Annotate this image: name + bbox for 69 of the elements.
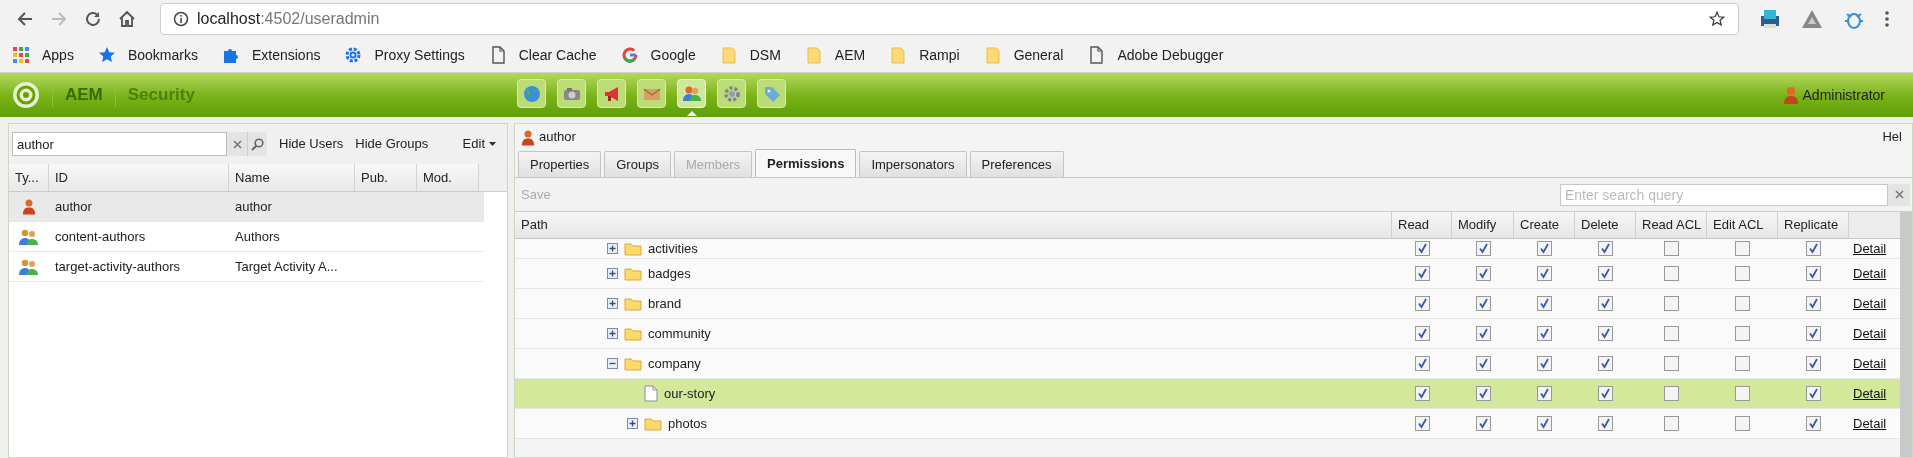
column-header[interactable]: Name (229, 164, 355, 191)
column-header[interactable]: Mod. (417, 164, 479, 191)
bookmark-link[interactable]: General (1013, 44, 1064, 66)
bookmark-link[interactable]: Clear Cache (518, 44, 597, 66)
tab[interactable]: Properties (518, 151, 602, 177)
detail-link[interactable]: Detail (1853, 325, 1887, 341)
column-header[interactable]: Ty... (9, 164, 49, 191)
column-header[interactable]: Pub. (355, 164, 417, 191)
tab[interactable]: Impersonators (859, 151, 967, 177)
detail-link[interactable]: Detail (1853, 355, 1887, 371)
table-cell-text: Target Activity A... (234, 257, 339, 276)
column-header[interactable]: Read (1392, 212, 1452, 238)
column-header[interactable]: Create (1514, 212, 1575, 238)
table-cell-text: author (234, 197, 273, 216)
tree-row[interactable]: our-story Detail (515, 379, 1900, 409)
bookmark-link[interactable]: Bookmarks (127, 44, 198, 66)
toolbar-button[interactable]: Hide Groups (355, 134, 429, 154)
bookmark-link[interactable]: Rampi (919, 44, 960, 66)
tree-item-label[interactable]: brand (648, 293, 682, 314)
tree-row[interactable]: activities Detail (515, 239, 1900, 259)
column-header[interactable]: Read ACL (1636, 212, 1707, 238)
detail-link[interactable]: Detail (1853, 295, 1887, 311)
tree-row[interactable]: community Detail (515, 319, 1900, 349)
tree-row[interactable]: brand Detail (515, 289, 1900, 319)
column-header[interactable]: Delete (1575, 212, 1636, 238)
address-bar[interactable]: localhost:4502/useradmin (160, 3, 1739, 35)
user-title: author (539, 128, 576, 147)
help-link[interactable]: Hel (1882, 127, 1906, 147)
bookmark-link[interactable]: AEM (834, 44, 866, 66)
tab[interactable]: Permissions (755, 149, 857, 177)
column-header[interactable]: Replicate (1778, 212, 1849, 238)
column-header[interactable]: Path (515, 212, 1392, 238)
tree-item-label[interactable]: our-story (664, 383, 716, 404)
url-text: localhost:4502/useradmin (197, 9, 380, 29)
bookmark-link[interactable]: Adobe Debugger (1117, 44, 1224, 66)
table-cell-text: author (54, 197, 93, 216)
tree-item-label[interactable]: photos (668, 413, 708, 434)
table-cell-text: target-activity-authors (54, 257, 181, 276)
search-field[interactable]: Enter search query (1560, 183, 1888, 206)
tab[interactable]: Preferences (969, 151, 1064, 177)
detail-link[interactable]: Detail (1853, 415, 1887, 431)
user-menu[interactable]: Administrator (1802, 84, 1885, 106)
bookmark-link[interactable]: DSM (749, 44, 781, 66)
tree-item-label[interactable]: community (648, 323, 711, 344)
tree-row[interactable]: company Detail (515, 349, 1900, 379)
bookmark-link[interactable]: Proxy Settings (374, 44, 465, 66)
toolbar-button[interactable]: Hide Users (279, 134, 344, 154)
edit-menu[interactable]: Edit (462, 134, 504, 154)
table-row[interactable]: author author (9, 192, 484, 222)
column-header[interactable]: ID (49, 164, 229, 191)
bookmark-link[interactable]: Apps (42, 44, 74, 66)
detail-link[interactable]: Detail (1853, 240, 1887, 256)
brand-label: AEM (65, 84, 103, 107)
tree-item-label[interactable]: company (648, 353, 701, 374)
detail-link[interactable]: Detail (1853, 265, 1887, 281)
search-field[interactable]: author (12, 132, 227, 156)
tree-row[interactable]: badges Detail (515, 259, 1900, 289)
section-title: Security (127, 84, 195, 107)
column-header[interactable]: Edit ACL (1707, 212, 1778, 238)
column-header[interactable]: Modify (1452, 212, 1514, 238)
bookmark-link[interactable]: Google (650, 44, 696, 66)
tree-item-label[interactable]: activities (648, 238, 698, 259)
bookmark-link[interactable]: Extensions (251, 44, 321, 66)
table-cell-text: content-authors (54, 227, 147, 246)
table-cell-text: Authors (234, 227, 281, 246)
detail-link[interactable]: Detail (1853, 385, 1887, 401)
tab[interactable]: Groups (604, 151, 671, 177)
tree-item-label[interactable]: badges (648, 263, 691, 284)
tree-row[interactable]: photos Detail (515, 409, 1900, 439)
